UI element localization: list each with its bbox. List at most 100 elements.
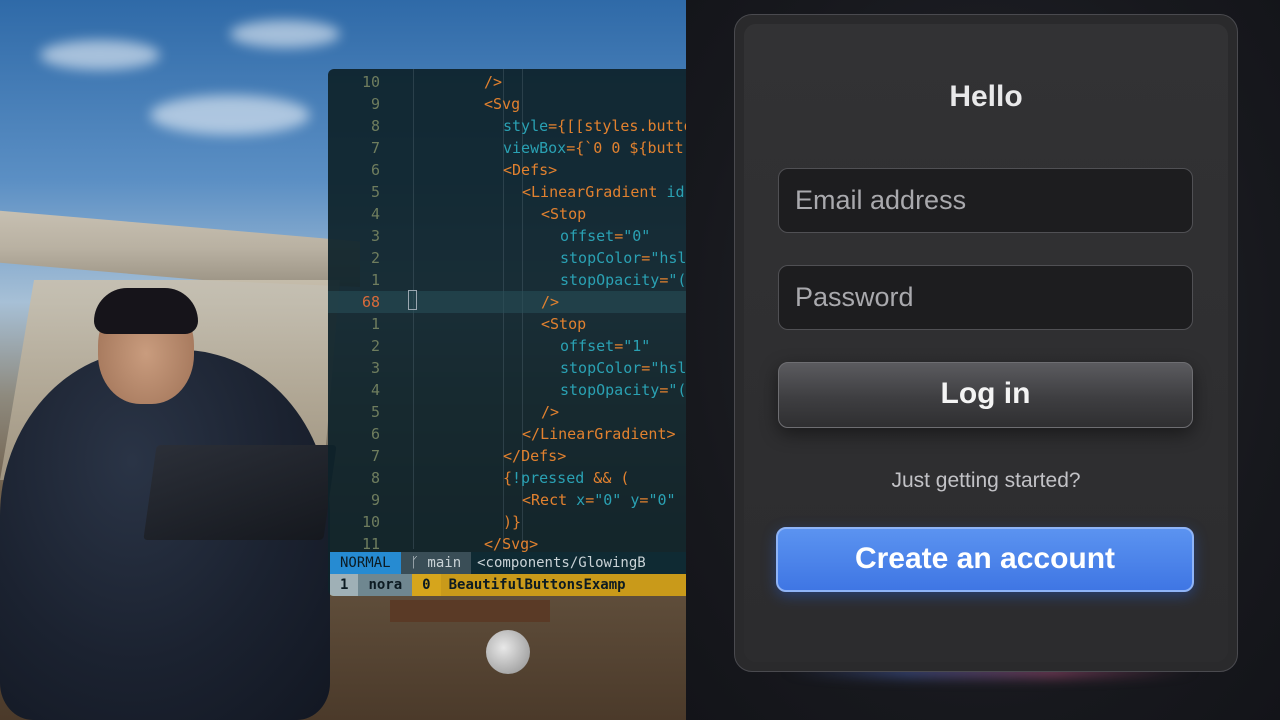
code-line[interactable]: 4 stopOpacity="(	[328, 379, 686, 401]
code-token: stopOpacity	[560, 381, 660, 399]
line-number: 5	[370, 403, 380, 421]
email-input[interactable]	[779, 169, 1192, 232]
code-line[interactable]: 8 {!pressed && (	[328, 467, 686, 489]
code-line[interactable]: 10)}	[328, 511, 686, 533]
line-number: 68	[361, 293, 380, 311]
code-token: </	[503, 447, 522, 465]
code-token: stopColor	[560, 249, 642, 267]
code-token: "hsl	[650, 249, 686, 267]
code-token: Defs	[521, 447, 558, 465]
code-token: "hsl	[650, 359, 686, 377]
vim-mode: NORMAL	[330, 552, 401, 574]
code-line[interactable]: 6 </LinearGradient>	[328, 423, 686, 445]
code-token: offset	[560, 227, 615, 245]
line-number: 8	[370, 469, 380, 487]
code-line[interactable]: 5 <LinearGradient id	[328, 181, 686, 203]
code-text: {!pressed && (	[503, 467, 629, 489]
code-token: =	[614, 337, 624, 355]
password-field[interactable]	[778, 265, 1193, 330]
code-token: "0"	[623, 227, 651, 245]
line-number: 7	[370, 447, 380, 465]
code-text: />	[541, 401, 559, 423]
code-line[interactable]: 3 offset="0"	[328, 225, 686, 247]
code-line[interactable]: 9 <Svg	[328, 93, 686, 115]
code-line[interactable]: 8 style={[[styles.butto	[328, 115, 686, 137]
code-line[interactable]: 68 />	[328, 291, 686, 313]
code-token: Svg	[502, 535, 530, 553]
vim-statusline: NORMAL ᚴ main <components/GlowingB	[330, 552, 686, 574]
code-token: >	[548, 161, 558, 179]
code-line[interactable]: 9 <Rect x="0" y="0"	[328, 489, 686, 511]
code-token: viewBox	[503, 139, 567, 157]
password-input[interactable]	[779, 266, 1192, 329]
camp-table	[390, 600, 550, 622]
tab-number[interactable]: 1	[330, 574, 359, 596]
code-token: Rect	[531, 491, 568, 509]
line-number: 4	[370, 381, 380, 399]
code-token: y	[621, 491, 640, 509]
code-token: =	[641, 359, 651, 377]
code-text: </Defs>	[503, 445, 566, 467]
code-line[interactable]: 5 />	[328, 401, 686, 423]
code-line[interactable]: 1 <Stop	[328, 313, 686, 335]
laptop	[143, 445, 337, 540]
code-token: </	[484, 535, 503, 553]
code-token: <	[484, 95, 494, 113]
line-number: 3	[370, 359, 380, 377]
tmux-tabline[interactable]: 1 nora 0 BeautifulButtonsExamp	[330, 574, 686, 596]
code-token: >	[666, 425, 676, 443]
code-token: ={[[styles.butto	[548, 117, 686, 135]
code-token: =	[641, 249, 651, 267]
code-token: offset	[560, 337, 615, 355]
code-text: viewBox={`0 0 ${butt	[503, 137, 684, 159]
code-token: />	[541, 293, 560, 311]
line-number: 1	[370, 271, 380, 289]
code-text: <Stop	[541, 313, 586, 335]
code-line[interactable]: 3 stopColor="hsl	[328, 357, 686, 379]
person-hair	[94, 288, 198, 334]
line-number: 9	[370, 95, 380, 113]
code-token: />	[541, 403, 560, 421]
cloud	[40, 40, 160, 70]
code-line[interactable]: 10 />	[328, 71, 686, 93]
code-token: "1"	[623, 337, 651, 355]
code-text: stopOpacity="(	[560, 269, 686, 291]
code-line[interactable]: 7 viewBox={`0 0 ${butt	[328, 137, 686, 159]
code-text: )}	[503, 511, 521, 533]
signup-prompt: Just getting started?	[891, 469, 1081, 492]
code-text: <Stop	[541, 203, 586, 225]
code-line[interactable]: 2 offset="1"	[328, 335, 686, 357]
code-line[interactable]: 6 <Defs>	[328, 159, 686, 181]
code-token: >	[557, 447, 567, 465]
session-name[interactable]: nora	[358, 574, 413, 596]
line-number: 2	[370, 337, 380, 355]
line-number: 10	[361, 513, 380, 531]
code-token: Defs	[512, 161, 549, 179]
code-text: <Svg	[484, 93, 520, 115]
code-token: LinearGradient	[531, 183, 658, 201]
email-field[interactable]	[778, 168, 1193, 233]
code-token: >	[529, 535, 539, 553]
code-token: "0"	[648, 491, 676, 509]
code-line[interactable]: 2 stopColor="hsl	[328, 247, 686, 269]
code-token: Svg	[493, 95, 521, 113]
login-button[interactable]: Log in	[778, 362, 1193, 428]
code-editor[interactable]: 10/> 9 <Svg 8 style={[[styles.butto 7 viewBox=…	[328, 69, 686, 596]
window-index[interactable]: 0	[412, 574, 441, 596]
line-number: 2	[370, 249, 380, 267]
code-line[interactable]: 4 <Stop	[328, 203, 686, 225]
code-token: </	[522, 425, 541, 443]
code-line[interactable]: 7 </Defs>	[328, 445, 686, 467]
code-token: id	[657, 183, 685, 201]
window-file[interactable]: BeautifulButtonsExamp	[441, 574, 634, 596]
line-number: 6	[370, 161, 380, 179]
code-line[interactable]: 1 stopOpacity="(	[328, 269, 686, 291]
code-token: !pressed	[512, 469, 585, 487]
code-token: style	[503, 117, 549, 135]
code-text: style={[[styles.butto	[503, 115, 686, 137]
code-token: {	[503, 469, 513, 487]
text-cursor	[408, 290, 417, 310]
code-token: =	[585, 491, 595, 509]
code-token: "(	[668, 271, 686, 289]
create-account-button[interactable]: Create an account	[776, 527, 1194, 592]
